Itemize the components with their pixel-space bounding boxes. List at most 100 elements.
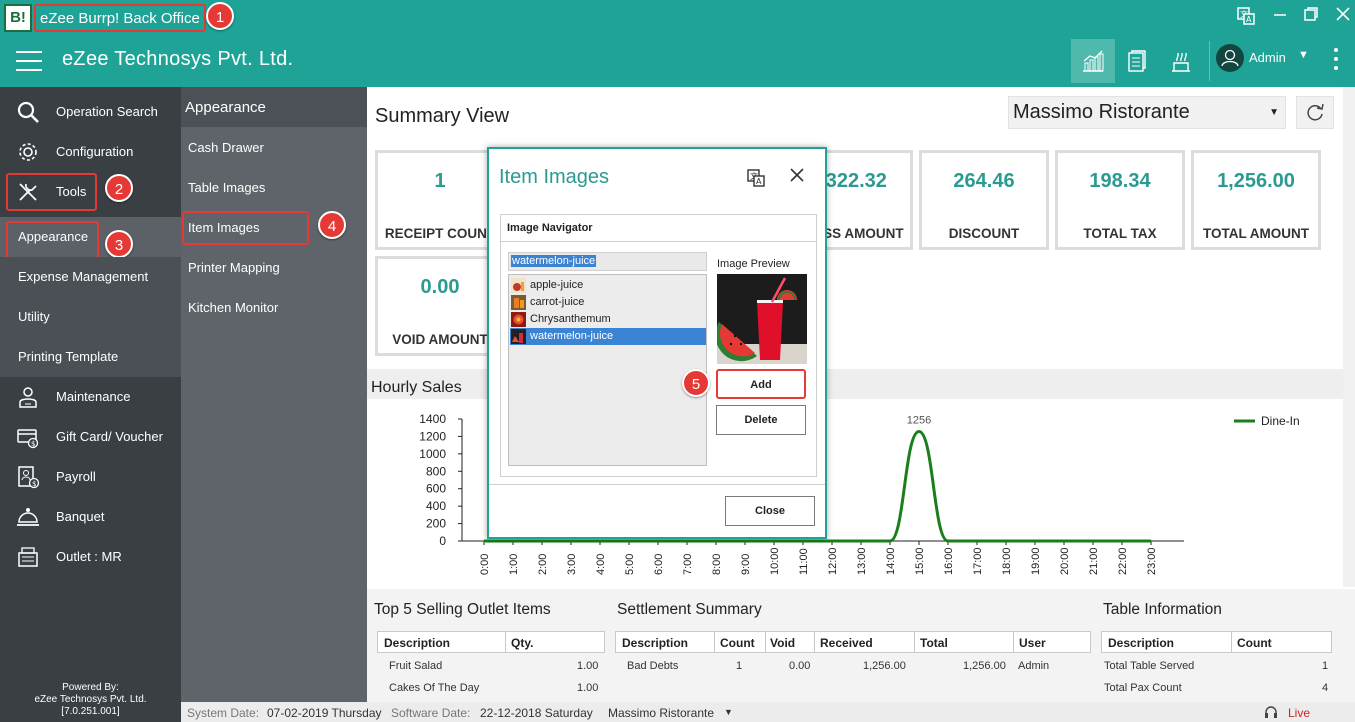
column-header: Qty. xyxy=(511,636,534,650)
table-cell: 0.00 xyxy=(789,660,811,672)
item-images-dialog: Item Images 文A Image Navigator watermelo… xyxy=(487,147,827,539)
sidebar-item-outlet[interactable]: Outlet : MR xyxy=(0,537,181,577)
legend-label: Dine-In xyxy=(1261,414,1300,428)
close-icon[interactable] xyxy=(789,166,805,189)
system-date: 07-02-2019 Thursday xyxy=(267,706,382,720)
sidebar-item-appearance[interactable]: Appearance xyxy=(0,217,181,259)
outlet-select[interactable]: Massimo Ristorante ▼ xyxy=(1008,96,1286,129)
table-cell: Bad Debts xyxy=(627,660,679,672)
close-button[interactable]: Close xyxy=(725,496,815,526)
table-cell: Admin xyxy=(1018,660,1050,672)
x-tick-label: 23:00 xyxy=(1146,547,1158,575)
sidebar-item-label: Tools xyxy=(56,184,87,199)
sidebar-item-maintenance[interactable]: Maintenance xyxy=(0,377,181,417)
y-tick-label: 0 xyxy=(439,534,446,548)
card-caption: TOTAL AMOUNT xyxy=(1203,226,1309,241)
powered-by-label: Powered By: xyxy=(62,682,119,693)
user-name[interactable]: Admin xyxy=(1249,50,1286,65)
apple-juice-thumbnail xyxy=(511,278,526,293)
table-info-title: Table Information xyxy=(1103,601,1222,618)
submenu-item-kitchen-monitor[interactable]: Kitchen Monitor xyxy=(181,287,367,327)
minimize-icon[interactable] xyxy=(1270,7,1290,27)
column-header: Description xyxy=(384,636,451,650)
table-info-header: Description Count xyxy=(1101,631,1332,653)
image-navigator-title: Image Navigator xyxy=(507,222,593,234)
table-cell: 4 xyxy=(1322,682,1329,694)
x-tick-label: 2:00 xyxy=(537,554,549,575)
more-options-icon[interactable] xyxy=(1333,48,1339,74)
delete-button[interactable]: Delete xyxy=(716,405,806,435)
y-tick-label: 1000 xyxy=(419,447,446,461)
x-tick-label: 18:00 xyxy=(1001,547,1013,575)
discount-card: 264.46 DISCOUNT xyxy=(919,150,1049,250)
sidebar-item-label: Operation Search xyxy=(56,104,158,119)
annotation-highlight xyxy=(182,211,309,245)
table-cell: Total Pax Count xyxy=(1104,682,1182,694)
submenu-item-printer-mapping[interactable]: Printer Mapping xyxy=(181,247,367,287)
y-tick-label: 1200 xyxy=(419,429,446,443)
x-tick-label: 21:00 xyxy=(1088,547,1100,575)
appearance-submenu: Appearance Cash Drawer Table Images Item… xyxy=(181,87,367,702)
x-tick-label: 17:00 xyxy=(972,547,984,575)
app-version: [7.0.251.001] xyxy=(61,706,120,717)
table-cell: 1.00 xyxy=(577,682,599,694)
list-item[interactable]: apple-juice xyxy=(510,277,706,294)
close-window-icon[interactable] xyxy=(1333,7,1353,27)
sidebar-item-banquet[interactable]: Banquet xyxy=(0,497,181,537)
submenu-item-table-images[interactable]: Table Images xyxy=(181,167,367,207)
translate-icon[interactable]: 文A xyxy=(1236,7,1256,27)
chevron-down-icon[interactable]: ▼ xyxy=(1298,49,1309,61)
sidebar-item-tools[interactable]: Tools xyxy=(0,172,181,212)
data-label: 1256 xyxy=(907,415,931,427)
sidebar-item-label: Maintenance xyxy=(56,389,131,404)
restore-icon[interactable] xyxy=(1301,7,1321,27)
dialog-title: Item Images xyxy=(499,166,610,188)
kitchen-icon[interactable] xyxy=(1159,39,1203,83)
total-tax-card: 198.34 TOTAL TAX xyxy=(1055,150,1185,250)
company-name: eZee Technosys Pvt. Ltd. xyxy=(62,48,294,70)
image-navigator: Image Navigator watermelon-juice apple-j… xyxy=(500,214,817,477)
documents-icon[interactable] xyxy=(1115,39,1159,83)
list-item[interactable]: carrot-juice xyxy=(510,294,706,311)
refresh-button[interactable] xyxy=(1296,96,1334,129)
refresh-icon xyxy=(1307,103,1324,121)
annotation-badge-5: 5 xyxy=(682,369,710,397)
chevron-down-icon[interactable]: ▼ xyxy=(724,707,733,717)
image-list[interactable]: apple-juice carrot-juice Chrysanthemum w… xyxy=(508,274,707,466)
powered-by-company: eZee Technosys Pvt. Ltd. xyxy=(34,694,147,705)
column-header: Total xyxy=(920,636,948,650)
translate-icon[interactable]: 文A xyxy=(747,169,765,190)
x-tick-label: 6:00 xyxy=(653,554,665,575)
chart-icon[interactable] xyxy=(1071,39,1115,83)
sidebar-item-payroll[interactable]: $ Payroll xyxy=(0,457,181,497)
table-cell: 1 xyxy=(736,660,743,672)
annotation-badge-1: 1 xyxy=(206,2,234,30)
sidebar-item-gift-card[interactable]: $ Gift Card/ Voucher xyxy=(0,417,181,457)
add-button[interactable]: Add xyxy=(716,369,806,399)
table-cell: Cakes Of The Day xyxy=(389,682,480,694)
sidebar-item-utility[interactable]: Utility xyxy=(0,297,181,337)
list-item[interactable]: Chrysanthemum xyxy=(510,311,706,328)
submenu-title: Appearance xyxy=(181,87,367,127)
page-title: Summary View xyxy=(375,105,510,127)
svg-text:$: $ xyxy=(32,480,36,488)
x-tick-label: 1:00 xyxy=(508,554,520,575)
card-value: 1,256.00 xyxy=(1217,170,1295,192)
search-input[interactable]: watermelon-juice xyxy=(508,252,707,271)
x-tick-label: 10:00 xyxy=(769,547,781,575)
status-outlet-select[interactable]: Massimo Ristorante xyxy=(608,706,714,720)
image-preview xyxy=(717,274,807,364)
sidebar-item-configuration[interactable]: Configuration xyxy=(0,132,181,172)
sidebar-item-expense-management[interactable]: Expense Management xyxy=(0,257,181,297)
menu-icon[interactable] xyxy=(16,51,42,71)
card-value: 0.00 xyxy=(420,276,460,298)
sidebar-item-operation-search[interactable]: Operation Search xyxy=(0,92,181,132)
scrollbar[interactable] xyxy=(1343,87,1355,587)
annotation-badge-4: 4 xyxy=(318,211,346,239)
user-avatar[interactable] xyxy=(1216,44,1244,72)
live-support-link[interactable]: Live Support xyxy=(1288,706,1355,722)
sidebar-item-printing-template[interactable]: Printing Template xyxy=(0,337,181,377)
list-item-selected[interactable]: watermelon-juice xyxy=(510,328,706,345)
annotation-badge-2: 2 xyxy=(105,174,133,202)
submenu-item-cash-drawer[interactable]: Cash Drawer xyxy=(181,127,367,167)
